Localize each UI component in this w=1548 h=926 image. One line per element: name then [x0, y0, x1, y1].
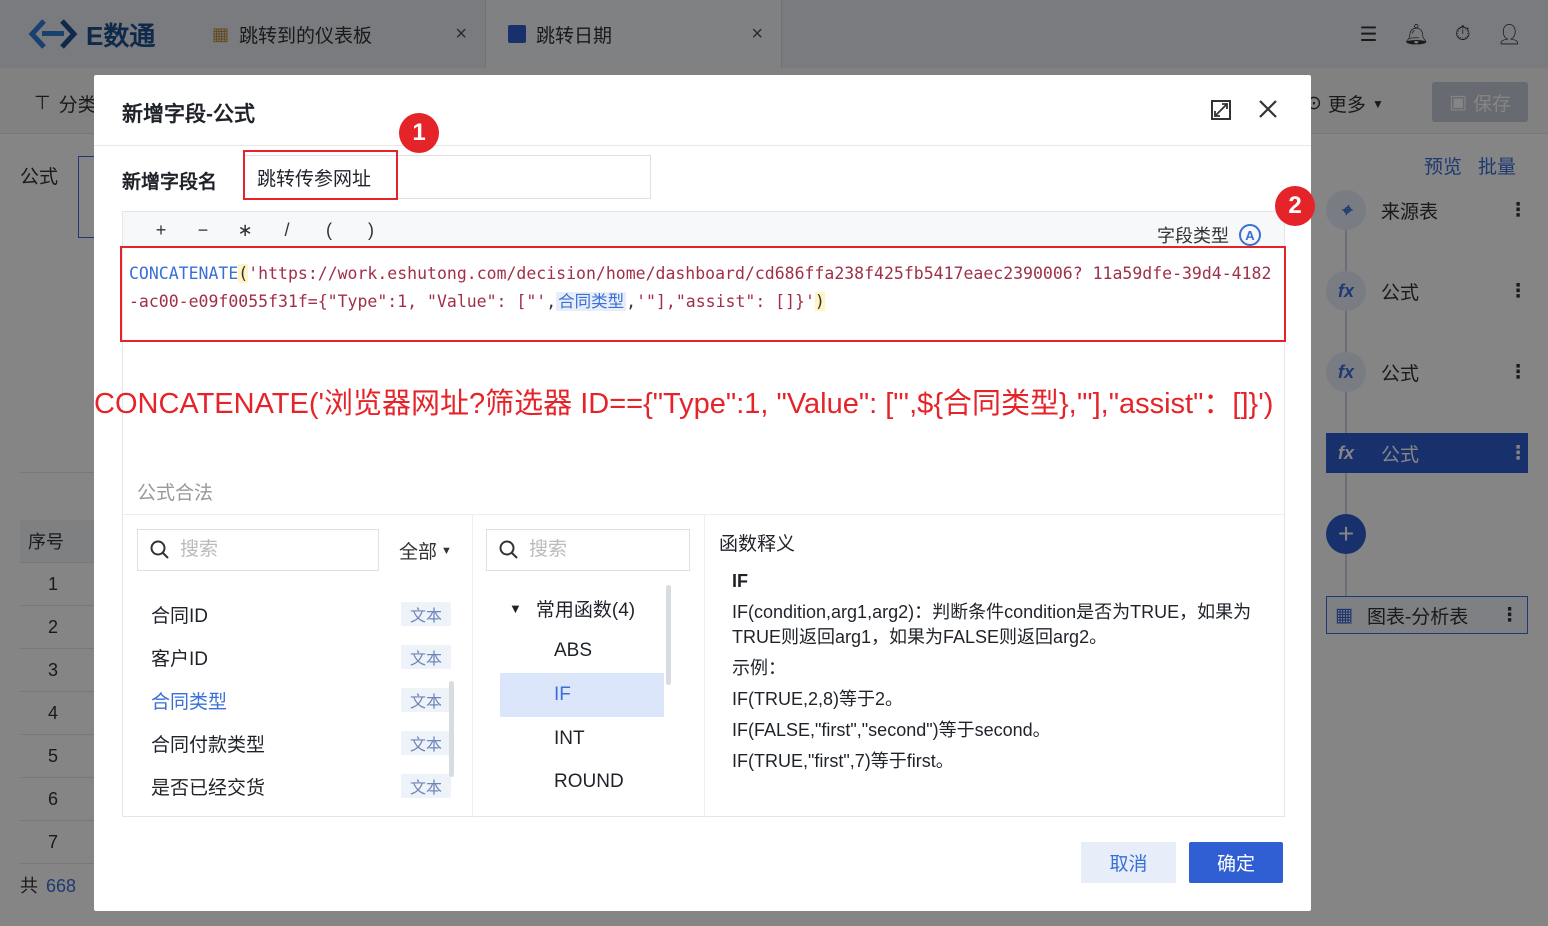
- field-search-input[interactable]: [180, 539, 330, 561]
- filter-label: 全部: [399, 542, 438, 563]
- function-item[interactable]: ROUND: [500, 760, 664, 804]
- field-type-selector[interactable]: 字段类型 A: [1157, 222, 1261, 248]
- function-doc-title: 函数释义: [719, 534, 796, 555]
- function-item[interactable]: ABS: [500, 629, 664, 673]
- function-doc-example-label: 示例：: [732, 658, 786, 678]
- field-item[interactable]: 合同ID 文本: [151, 599, 451, 629]
- close-icon[interactable]: [1256, 97, 1280, 121]
- field-type-tag: 文本: [401, 688, 451, 712]
- field-list-column: 全部 ▼ 合同ID 文本 客户ID 文本 合同类型 文本 合同付款类型 文本: [123, 515, 473, 817]
- function-search-input[interactable]: [529, 539, 669, 561]
- function-group[interactable]: ▼ 常用函数(4): [509, 595, 635, 622]
- annotation-box-formula: [120, 246, 1286, 342]
- field-item[interactable]: 是否已经交货 文本: [151, 771, 451, 801]
- maximize-icon[interactable]: [1210, 99, 1232, 121]
- helper-pane: 全部 ▼ 合同ID 文本 客户ID 文本 合同类型 文本 合同付款类型 文本: [123, 514, 1284, 817]
- ok-button[interactable]: 确定: [1189, 842, 1283, 883]
- dialog-title: 新增字段-公式: [122, 103, 255, 126]
- field-type-label: 字段类型: [1157, 226, 1229, 246]
- field-item-selected[interactable]: 合同类型 文本: [151, 685, 451, 715]
- function-doc-name: IF: [732, 571, 748, 591]
- annotation-badge-2: 2: [1275, 186, 1315, 226]
- function-group-label: 常用函数(4): [535, 600, 636, 621]
- add-field-formula-dialog: 新增字段-公式 新增字段名 + − ∗ / ( ) 字段类型 A CONCATE…: [94, 75, 1311, 911]
- divide-operator[interactable]: /: [277, 220, 297, 241]
- function-list-scrollbar[interactable]: [666, 585, 671, 685]
- open-paren-operator[interactable]: (: [319, 220, 339, 241]
- caret-down-icon: ▼: [509, 601, 522, 616]
- minus-operator[interactable]: −: [193, 220, 213, 241]
- field-type-tag: 文本: [401, 731, 451, 755]
- function-doc-example: IF(TRUE,2,8)等于2。: [732, 689, 904, 709]
- text-type-icon: A: [1239, 224, 1261, 246]
- plus-operator[interactable]: +: [151, 220, 171, 241]
- annotation-note: CONCATENATE('浏览器网址?筛选器 ID=={"Type":1, "V…: [94, 388, 1274, 420]
- search-icon: [150, 540, 169, 559]
- formula-valid-hint: 公式合法: [137, 483, 214, 504]
- function-doc-example: IF(TRUE,"first",7)等于first。: [732, 751, 954, 771]
- function-search[interactable]: [486, 529, 690, 571]
- field-name: 合同ID: [151, 605, 209, 627]
- function-item-selected[interactable]: IF: [500, 673, 664, 717]
- function-doc-desc: IF(condition,arg1,arg2)：判断条件condition是否为…: [732, 602, 1252, 647]
- search-icon: [499, 540, 518, 559]
- caret-down-icon: ▼: [441, 544, 452, 557]
- field-name: 客户ID: [151, 648, 209, 670]
- divider: [94, 145, 1311, 146]
- field-name-label: 新增字段名: [122, 172, 218, 193]
- function-doc-column: 函数释义 IF IF(condition,arg1,arg2)：判断条件cond…: [705, 515, 1284, 817]
- field-type-tag: 文本: [401, 645, 451, 669]
- cancel-button[interactable]: 取消: [1081, 842, 1176, 883]
- field-type-tag: 文本: [401, 774, 451, 798]
- field-list-scrollbar[interactable]: [449, 681, 454, 777]
- field-search[interactable]: [137, 529, 379, 571]
- operator-bar: + − ∗ / ( ) 字段类型 A: [123, 212, 1284, 248]
- function-item[interactable]: INT: [500, 717, 664, 761]
- close-paren-operator[interactable]: ): [361, 220, 381, 241]
- field-name: 是否已经交货: [151, 777, 266, 799]
- annotation-badge-1: 1: [399, 113, 439, 153]
- multiply-operator[interactable]: ∗: [235, 220, 255, 241]
- field-item[interactable]: 合同付款类型 文本: [151, 728, 451, 758]
- function-doc-example: IF(FALSE,"first","second")等于second。: [732, 720, 1051, 740]
- function-doc: IF IF(condition,arg1,arg2)：判断条件condition…: [732, 569, 1272, 780]
- field-filter-dropdown[interactable]: 全部 ▼: [399, 537, 452, 564]
- field-name: 合同付款类型: [151, 734, 266, 756]
- field-type-tag: 文本: [401, 602, 451, 626]
- field-item[interactable]: 客户ID 文本: [151, 642, 451, 672]
- field-name: 合同类型: [151, 691, 228, 713]
- annotation-box-field-name: [243, 150, 398, 200]
- function-list-column: ▼ 常用函数(4) ABS IF INT ROUND: [473, 515, 705, 817]
